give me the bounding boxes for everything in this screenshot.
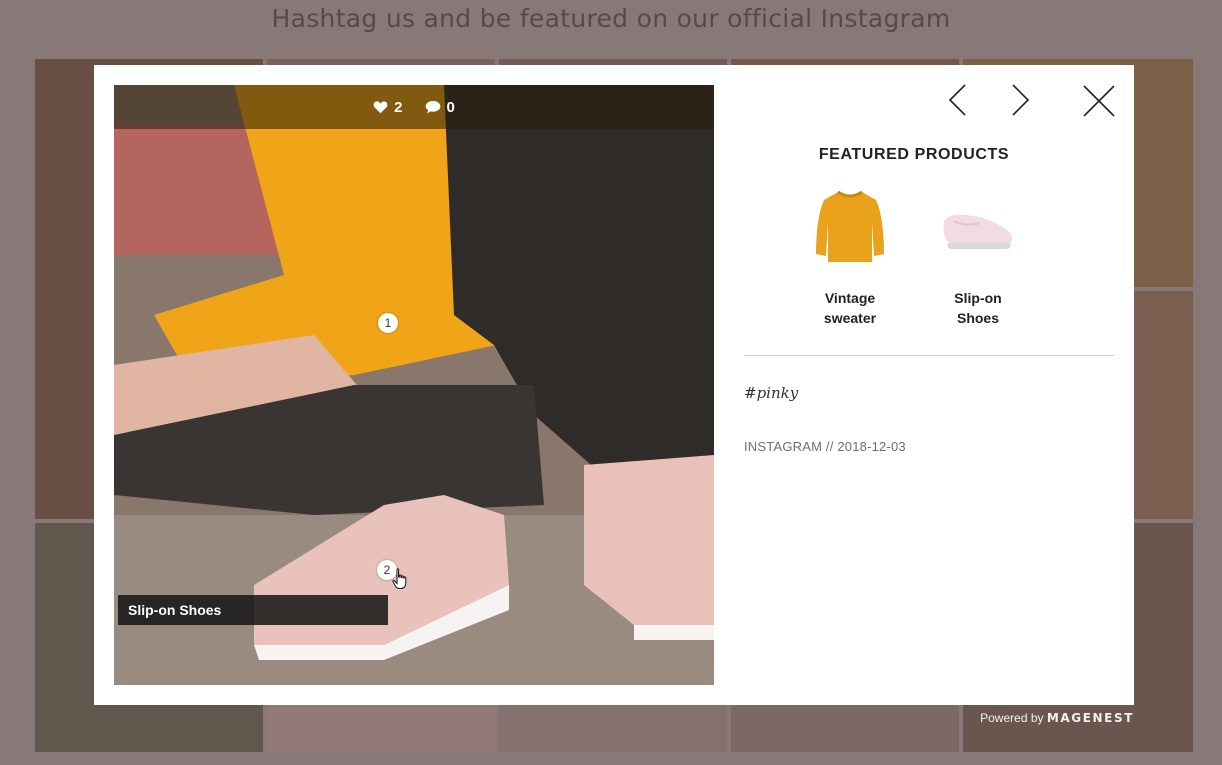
- heart-icon: [373, 101, 388, 114]
- product-name[interactable]: Slip-on Shoes: [928, 288, 1028, 328]
- close-icon[interactable]: [1082, 84, 1116, 118]
- featured-product-sweater[interactable]: Vintage sweater: [800, 183, 900, 328]
- post-source-date: INSTAGRAM // 2018-12-03: [744, 439, 906, 454]
- likes-stat: 2: [373, 98, 403, 116]
- product-hotspot-1[interactable]: 1: [378, 313, 398, 333]
- hotspot-tooltip: Slip-on Shoes: [118, 595, 388, 625]
- comments-stat: 0: [425, 99, 455, 116]
- divider: [744, 355, 1114, 356]
- product-name[interactable]: Vintage sweater: [800, 288, 900, 328]
- post-photo: 2 0 1 2 Slip-on Shoes: [114, 85, 714, 685]
- prev-arrow-icon[interactable]: [946, 83, 970, 117]
- post-stats-bar: 2 0: [114, 85, 714, 129]
- featured-products-title: FEATURED PRODUCTS: [818, 146, 1010, 163]
- post-modal: 2 0 1 2 Slip-on Shoes FEATURED PRODUCTS …: [94, 65, 1134, 705]
- hand-cursor-icon: [392, 568, 407, 589]
- comments-count: 0: [446, 98, 455, 116]
- likes-count: 2: [394, 98, 403, 116]
- sweater-icon: [816, 190, 884, 262]
- product-thumbnail[interactable]: [800, 183, 900, 273]
- brand-logo[interactable]: MAGENEST: [1047, 711, 1134, 725]
- post-caption: #pinky: [744, 384, 799, 402]
- comment-icon: [425, 101, 440, 114]
- featured-product-shoes[interactable]: Slip-on Shoes: [928, 183, 1028, 328]
- shoe-icon: [943, 214, 1012, 249]
- product-thumbnail[interactable]: [928, 183, 1028, 273]
- next-arrow-icon[interactable]: [1008, 83, 1032, 117]
- powered-text: Powered by: [980, 711, 1044, 725]
- powered-by[interactable]: Powered by MAGENEST: [980, 711, 1134, 725]
